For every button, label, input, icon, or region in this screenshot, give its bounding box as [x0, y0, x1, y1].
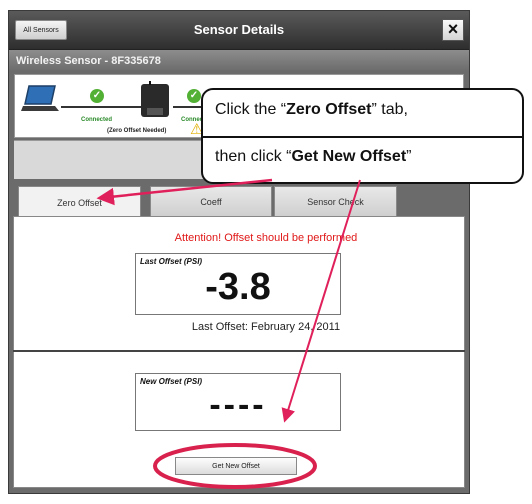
laptop-icon	[21, 85, 59, 111]
callout-line2-post: ”	[406, 148, 412, 165]
callout-line1-pre: Click the “	[215, 101, 287, 118]
tab-coeff[interactable]: Coeff	[150, 186, 272, 216]
callout-line-2: then click “Get New Offset”	[215, 148, 411, 166]
router-icon	[141, 81, 169, 117]
callout-line2-pre: then click “	[215, 148, 292, 165]
last-offset-header: Last Offset (PSI)	[140, 257, 203, 266]
last-offset-value: -3.8	[205, 266, 271, 308]
check-icon: ✓	[90, 89, 104, 103]
new-offset-header: New Offset (PSI)	[140, 377, 203, 386]
callout-line1-post: ” tab,	[371, 101, 408, 118]
title-bar: All Sensors Sensor Details ×	[9, 11, 469, 50]
get-new-offset-button[interactable]: Get New Offset	[175, 457, 297, 475]
tab-zero-offset[interactable]: Zero Offset	[18, 186, 141, 218]
sensor-name-bar: Wireless Sensor - 8F335678	[9, 50, 469, 72]
close-button[interactable]: ×	[442, 19, 464, 41]
callout-separator	[203, 136, 522, 138]
tab-sensor-check[interactable]: Sensor Check	[274, 186, 397, 216]
instruction-callout: Click the “Zero Offset” tab, then click …	[201, 88, 524, 184]
callout-line2-bold: Get New Offset	[291, 148, 407, 165]
new-offset-value: ----	[209, 386, 267, 424]
connection-line-2	[173, 106, 203, 108]
new-offset-box: New Offset (PSI) ----	[135, 373, 341, 431]
zero-offset-needed-label: (Zero Offset Needed)	[107, 128, 167, 134]
window-title: Sensor Details	[193, 22, 285, 37]
status-connected-label: Connected	[81, 117, 113, 123]
callout-line-1: Click the “Zero Offset” tab,	[215, 101, 408, 119]
callout-line1-bold: Zero Offset	[286, 101, 372, 118]
check-icon: ✓	[187, 89, 201, 103]
attention-message: Attention! Offset should be performed	[174, 232, 358, 244]
section-divider	[13, 350, 465, 352]
last-offset-date: Last Offset: February 24, 2011	[191, 321, 341, 333]
last-offset-box: Last Offset (PSI) -3.8	[135, 253, 341, 315]
close-icon: ×	[447, 19, 459, 39]
